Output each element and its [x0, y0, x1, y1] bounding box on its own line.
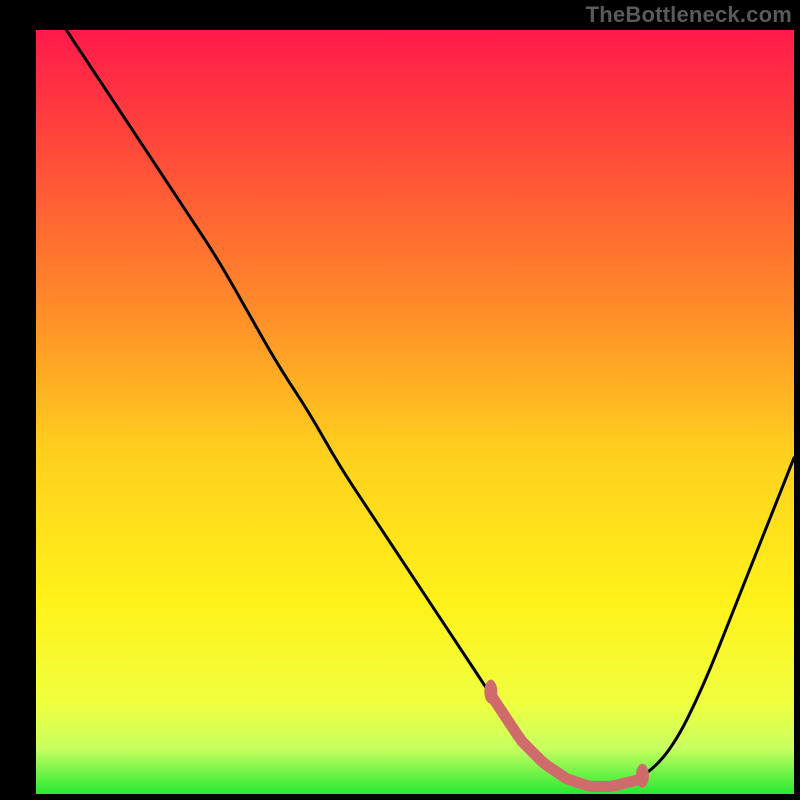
chart-frame: TheBottleneck.com — [0, 0, 800, 800]
gradient-background — [36, 30, 794, 794]
optimal-range-end-cap — [636, 764, 649, 788]
optimal-range-start-cap — [484, 680, 497, 704]
bottleneck-chart — [36, 30, 794, 794]
attribution-text: TheBottleneck.com — [586, 2, 792, 28]
